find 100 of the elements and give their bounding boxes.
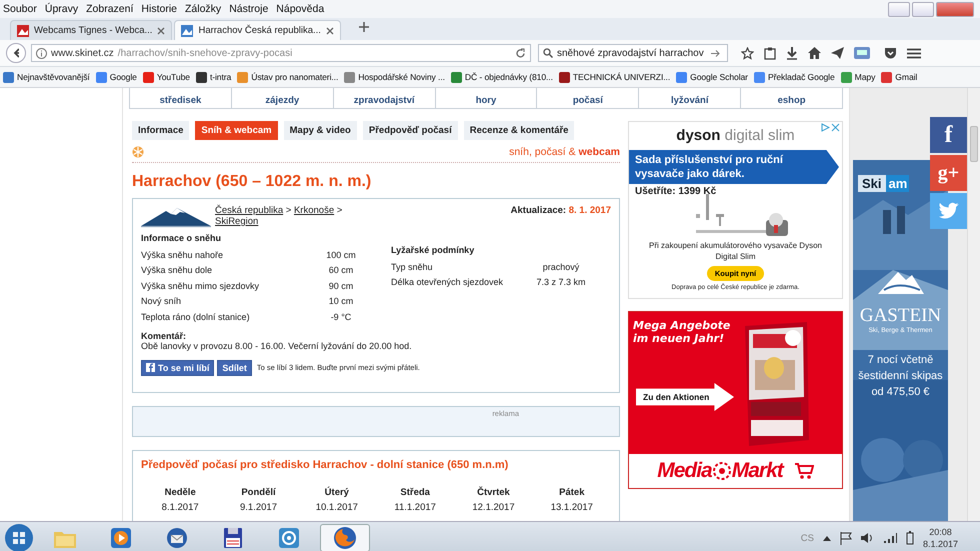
row-label: Teplota ráno (dolní stanice) bbox=[141, 312, 251, 322]
row-value: 60 cm bbox=[328, 265, 354, 276]
like-button[interactable]: To se mi líbí bbox=[141, 360, 214, 376]
page-tab[interactable]: Mapy & video bbox=[284, 121, 357, 140]
speaker-icon[interactable] bbox=[860, 532, 874, 544]
close-icon[interactable] bbox=[831, 123, 840, 132]
site-nav-item[interactable]: eshop bbox=[740, 88, 842, 108]
clock[interactable]: 20:08 8.1.2017 bbox=[922, 526, 958, 550]
bookmark-item[interactable]: Ústav pro nanomateri... bbox=[237, 72, 338, 82]
ad-choices-icon[interactable] bbox=[821, 123, 830, 132]
address-field[interactable]: www.skinet.cz /harrachov/snih-snehove-zpravy-pocasi bbox=[31, 44, 531, 62]
bookmark-item[interactable]: TECHNICKÁ UNIVERZI... bbox=[558, 72, 670, 82]
bookmark-item[interactable]: YouTube bbox=[142, 72, 190, 82]
page-tab[interactable]: Předpověď počasí bbox=[362, 121, 458, 140]
arrow-icon[interactable] bbox=[711, 48, 720, 58]
menu-item[interactable]: Nápověda bbox=[276, 3, 324, 15]
up-arrow-icon[interactable] bbox=[822, 535, 831, 541]
fox-globe-icon bbox=[333, 526, 357, 550]
menu-icon[interactable] bbox=[907, 48, 921, 58]
page-tab[interactable]: Recenze & komentáře bbox=[464, 121, 574, 140]
download-icon[interactable] bbox=[786, 46, 798, 60]
logo-text: Media bbox=[657, 459, 712, 483]
row-value: 90 cm bbox=[328, 280, 354, 291]
breadcrumb-separator: > bbox=[336, 205, 342, 216]
menu-item[interactable]: Nástroje bbox=[229, 3, 268, 15]
tagline: sníh, počasí & webcam bbox=[509, 146, 620, 158]
site-nav-item[interactable]: zpravodajství bbox=[332, 88, 435, 108]
page-tab[interactable]: Informace bbox=[132, 121, 190, 140]
snowflake-icon bbox=[132, 146, 144, 158]
menu-item[interactable]: Úpravy bbox=[44, 3, 78, 15]
site-nav-item[interactable]: lyžování bbox=[638, 88, 740, 108]
menu-item[interactable]: Zobrazení bbox=[86, 3, 134, 15]
facebook-button[interactable]: f bbox=[930, 117, 967, 153]
taskbar-app[interactable] bbox=[320, 524, 370, 551]
row-value: 7.3 z 7.3 km bbox=[535, 277, 587, 288]
bookmark-item[interactable]: Google bbox=[96, 72, 137, 82]
media-player-icon bbox=[110, 527, 132, 549]
target-icon bbox=[278, 527, 300, 549]
clipboard-icon[interactable] bbox=[764, 46, 776, 60]
breadcrumb-link[interactable]: Česká republika bbox=[215, 205, 284, 216]
section-heading: Informace o sněhu bbox=[141, 233, 222, 243]
row-value: 10 cm bbox=[328, 296, 354, 306]
bookmark-item[interactable]: Překladač Google bbox=[754, 72, 835, 82]
menu-item[interactable]: Historie bbox=[141, 3, 177, 15]
site-nav-item[interactable]: hory bbox=[434, 88, 536, 108]
day-date: 12.1.2017 bbox=[471, 502, 516, 513]
share-button[interactable]: Sdílet bbox=[217, 360, 252, 376]
menu-item[interactable]: Soubor bbox=[3, 3, 37, 15]
start-button[interactable] bbox=[4, 523, 34, 551]
ad-product: digital slim bbox=[724, 127, 795, 144]
breadcrumb-link[interactable]: Krkonoše bbox=[294, 205, 334, 216]
actions-button[interactable]: Zu den Aktionen bbox=[636, 383, 734, 411]
ad-brand: dyson bbox=[676, 127, 720, 144]
battery-icon[interactable] bbox=[906, 531, 914, 545]
bookmark-item[interactable]: Mapy bbox=[840, 72, 876, 82]
close-icon[interactable] bbox=[326, 26, 334, 34]
browser-tab[interactable]: Webcams Tignes - Webca... bbox=[10, 20, 172, 40]
section-heading: Lyžařské podmínky bbox=[391, 245, 476, 255]
breadcrumb-link[interactable]: SkiRegion bbox=[215, 216, 258, 227]
pocket-icon[interactable] bbox=[884, 47, 897, 59]
google-plus-button[interactable]: g+ bbox=[930, 155, 967, 191]
electronics-ad[interactable]: Mega Angebote im neuen Jahr! Zu den Aktionen Media Markt bbox=[628, 311, 843, 489]
ad-banner: Sada příslušenství pro ruční vysavače jako dárek. bbox=[629, 150, 839, 184]
browser-tab[interactable]: Harrachov Česká republika... bbox=[174, 20, 341, 40]
day-date: 13.1.2017 bbox=[550, 502, 594, 513]
bookmark-item[interactable]: Hospodářské Noviny ... bbox=[344, 72, 445, 82]
bookmark-item[interactable]: t-intra bbox=[196, 72, 232, 82]
ad-offer: 7 nocí včetně šestidenní skipas od 475,50 € bbox=[857, 353, 944, 400]
ad-brand: GASTEIN bbox=[858, 305, 942, 327]
site-nav-item[interactable]: počasí bbox=[536, 88, 638, 108]
day-name: Pátek bbox=[558, 487, 586, 498]
day-date: 8.1.2017 bbox=[160, 502, 200, 513]
scrollbar[interactable] bbox=[967, 88, 980, 521]
comment-text: Obě lanovky v provozu 8.00 - 16.00. Večerní lyžování do 20.00 hod. bbox=[141, 340, 413, 350]
menu-item[interactable]: Záložky bbox=[185, 3, 222, 15]
bookmark-item[interactable]: DČ - objednávky (810... bbox=[450, 72, 553, 82]
site-nav-item[interactable]: zájezdy bbox=[230, 88, 333, 108]
bookmark-item[interactable]: Google Scholar bbox=[676, 72, 748, 82]
site-nav-item[interactable]: středisek bbox=[130, 88, 231, 108]
home-icon[interactable] bbox=[808, 47, 821, 59]
info-icon[interactable] bbox=[36, 48, 47, 58]
search-field[interactable]: sněhové zpravodajství harrachov bbox=[538, 44, 728, 62]
search-icon bbox=[543, 48, 553, 58]
close-button[interactable] bbox=[936, 2, 974, 16]
star-icon[interactable] bbox=[741, 46, 754, 60]
reload-icon[interactable] bbox=[515, 48, 526, 58]
send-icon[interactable] bbox=[831, 47, 844, 59]
close-icon[interactable] bbox=[157, 26, 166, 34]
day-name: Úterý bbox=[324, 487, 350, 498]
update-label: Aktualizace: bbox=[510, 205, 566, 216]
day-name: Středa bbox=[399, 487, 431, 498]
flag-icon[interactable] bbox=[840, 532, 852, 544]
page-tab[interactable]: Sníh & webcam bbox=[195, 121, 278, 140]
page-title: Harrachov (650 – 1022 m. n. m.) bbox=[132, 173, 372, 191]
mail-bird-icon bbox=[166, 527, 188, 549]
back-button[interactable] bbox=[6, 43, 26, 63]
bookmark-item[interactable]: Nejnavštěvovanější bbox=[3, 72, 90, 82]
bookmark-item[interactable]: Gmail bbox=[881, 72, 918, 82]
signal-icon[interactable] bbox=[882, 532, 897, 544]
day-date: 10.1.2017 bbox=[314, 502, 359, 513]
